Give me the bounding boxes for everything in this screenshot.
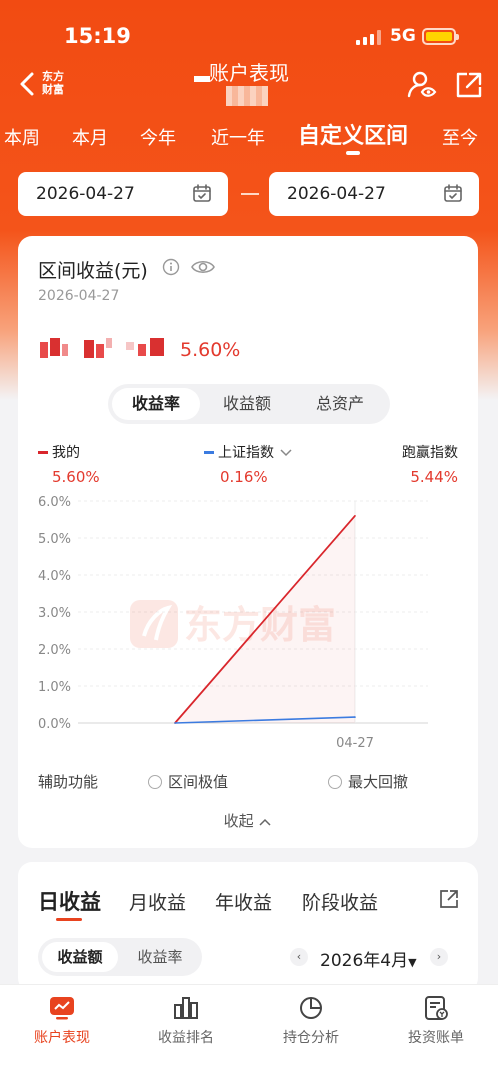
tab-return-rate[interactable]: 收益率: [112, 388, 200, 420]
bill-icon: [425, 996, 448, 1020]
tabbar-holdings-analysis[interactable]: 持仓分析: [261, 995, 361, 1047]
legend-outperform: 跑赢指数 5.44%: [402, 442, 458, 486]
end-date-picker[interactable]: 2026-04-27: [269, 172, 479, 216]
summary-rate: 5.60%: [180, 339, 241, 361]
legend-value: 5.44%: [410, 468, 458, 486]
radio-icon: [328, 774, 342, 789]
legend-name: 我的: [52, 445, 80, 461]
chevron-down-icon: [280, 448, 292, 456]
export-icon[interactable]: [438, 888, 460, 910]
data-point: [354, 515, 356, 517]
start-date-picker[interactable]: 2026-04-27: [18, 172, 228, 216]
caret-down-icon: ▼: [408, 956, 417, 969]
x-tick-label: 04-27: [336, 736, 374, 751]
network-type: 5G: [390, 26, 416, 46]
period-tabs: 本周 本月 今年 近一年 自定义区间 至今: [0, 118, 498, 158]
tab-last-year[interactable]: 近一年: [211, 124, 265, 150]
signal-icon: [356, 30, 381, 45]
tab-total-assets[interactable]: 总资产: [294, 388, 386, 420]
y-tick-label: 0.0%: [38, 717, 71, 732]
legend-mine: 我的 5.60%: [38, 442, 100, 486]
tab-to-date[interactable]: 至今: [442, 124, 478, 150]
legend-value: 0.16%: [220, 468, 268, 486]
card-title: 区间收益(元): [38, 260, 148, 282]
tab-daily-income[interactable]: 日收益: [38, 886, 101, 916]
share-icon[interactable]: [454, 70, 484, 100]
status-bar: 15:19 5G: [0, 0, 498, 70]
calendar-icon: [444, 184, 462, 202]
y-tick-label: 5.0%: [38, 532, 71, 547]
tab-this-month[interactable]: 本月: [72, 124, 108, 150]
bar-chart-icon: [174, 997, 198, 1019]
tabbar-label: 持仓分析: [283, 1030, 339, 1046]
tab-stage-income[interactable]: 阶段收益: [302, 888, 378, 915]
seg-income-amount[interactable]: 收益额: [42, 942, 118, 972]
aux-label: 辅助功能: [38, 773, 99, 791]
prev-month-button[interactable]: ‹: [290, 948, 308, 966]
range-return-card: 区间收益(元) 2026-04-27 5.60% 收益率 收益额 总资产 我的 …: [18, 236, 478, 848]
y-tick-label: 1.0%: [38, 680, 71, 695]
aux-range-extreme[interactable]: 区间极值: [148, 771, 228, 792]
y-tick-label: 4.0%: [38, 569, 71, 584]
y-tick-label: 3.0%: [38, 606, 71, 621]
next-month-button[interactable]: ›: [430, 948, 448, 966]
battery-icon: [422, 28, 459, 45]
start-date-value: 2026-04-27: [36, 184, 135, 204]
eye-icon[interactable]: [190, 256, 216, 278]
legend-value: 5.60%: [52, 468, 100, 486]
tab-monthly-income[interactable]: 月收益: [129, 888, 186, 915]
account-view-icon[interactable]: [406, 68, 438, 100]
privacy-mask: [226, 86, 268, 106]
tab-return-amount[interactable]: 收益额: [204, 388, 290, 420]
tab-yearly-income[interactable]: 年收益: [215, 888, 272, 915]
legend-swatch: [38, 451, 48, 454]
tab-this-week[interactable]: 本周: [4, 124, 40, 150]
hidden-amount-mask: [40, 338, 164, 358]
legend-name: 跑赢指数: [402, 445, 458, 461]
chevron-up-icon: [259, 818, 271, 826]
radio-icon: [148, 774, 162, 789]
collapse-button[interactable]: 收起: [18, 810, 478, 831]
calendar-icon: [193, 184, 211, 202]
income-tab-indicator: [56, 918, 82, 921]
aux-option-label: 区间极值: [168, 773, 229, 791]
legend-name: 上证指数: [218, 445, 274, 461]
tabbar-account-performance[interactable]: 账户表现: [12, 995, 112, 1047]
date-separator: [241, 193, 259, 195]
summary-date: 2026-04-27: [38, 288, 120, 304]
logo-line-2: 财富: [42, 83, 64, 96]
tab-this-year[interactable]: 今年: [140, 124, 176, 150]
data-point: [174, 722, 176, 724]
metric-segment: 收益率 收益额 总资产: [108, 384, 390, 424]
legend-index[interactable]: 上证指数 0.16%: [204, 442, 293, 486]
tabbar-income-ranking[interactable]: 收益排名: [136, 995, 236, 1047]
tabbar-label: 投资账单: [408, 1030, 464, 1046]
tabbar-label: 账户表现: [34, 1030, 90, 1046]
pie-chart-icon: [300, 997, 322, 1019]
return-chart: 6.0%5.0%4.0%3.0%2.0%1.0%0.0%04-27 东方财富: [38, 495, 428, 751]
data-point: [354, 716, 356, 718]
info-icon[interactable]: [162, 258, 180, 276]
legend-swatch: [204, 451, 214, 454]
performance-icon: [50, 997, 74, 1020]
month-picker-value: 2026年4月: [320, 951, 409, 971]
nav-bar: 东方 财富 账户表现: [0, 62, 498, 106]
tabbar-investment-bill[interactable]: 投资账单: [386, 995, 486, 1047]
seg-income-rate[interactable]: 收益率: [122, 942, 198, 972]
tabbar-label: 收益排名: [158, 1030, 214, 1046]
y-tick-label: 2.0%: [38, 643, 71, 658]
tab-custom-range[interactable]: 自定义区间: [298, 118, 408, 150]
bottom-tab-bar: 账户表现 收益排名 持仓分析 投资账单: [0, 984, 498, 1080]
end-date-value: 2026-04-27: [287, 184, 386, 204]
privacy-mask: [194, 76, 210, 82]
collapse-label: 收起: [223, 812, 254, 830]
month-picker[interactable]: 2026年4月▼: [320, 946, 417, 971]
aux-option-label: 最大回撤: [348, 773, 409, 791]
income-card: 日收益 月收益 年收益 阶段收益 收益额 收益率 ‹ 2026年4月▼ ›: [18, 862, 478, 992]
status-time: 15:19: [64, 24, 131, 48]
active-tab-indicator: [346, 151, 360, 155]
y-tick-label: 6.0%: [38, 495, 71, 510]
income-segment: 收益额 收益率: [38, 938, 202, 976]
aux-max-drawdown[interactable]: 最大回撤: [328, 771, 408, 792]
